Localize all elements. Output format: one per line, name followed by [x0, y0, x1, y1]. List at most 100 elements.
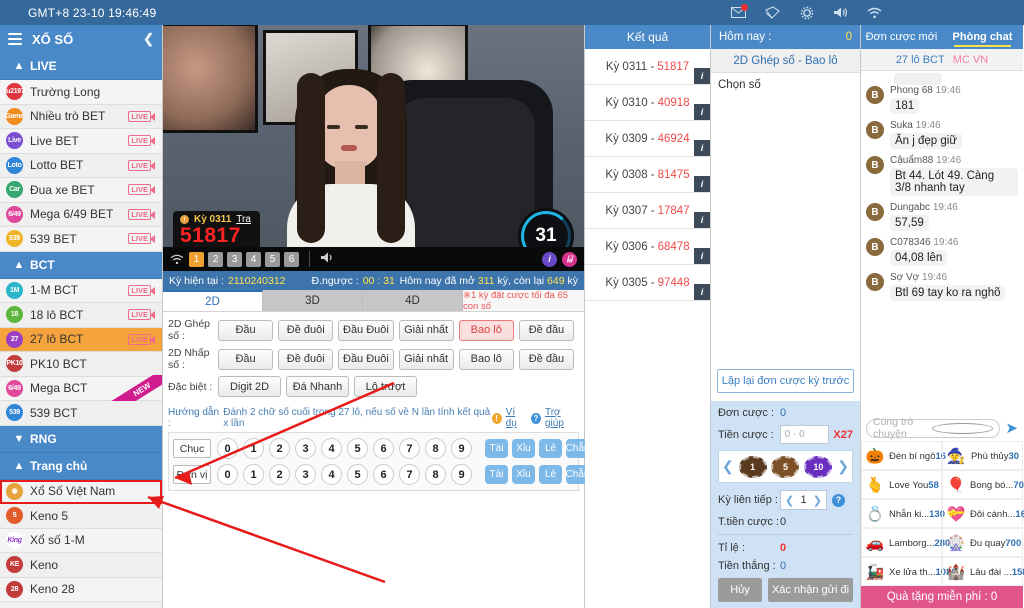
info-icon[interactable]: i: [694, 140, 710, 156]
sidebar-item-keno-28[interactable]: 28 Keno 28: [0, 577, 162, 602]
bet-type--u[interactable]: Đề đầu: [518, 319, 575, 341]
volume-icon[interactable]: [832, 4, 849, 21]
sidebar-item-tr-ng-long[interactable]: \u2197 Trường Long: [0, 80, 162, 105]
chip-selector[interactable]: ❮ 1 5 10 ❯: [718, 450, 853, 483]
bet-type-digit-2d[interactable]: Digit 2D: [218, 376, 281, 397]
stepper-next-icon[interactable]: ❯: [813, 494, 822, 507]
bet-amount-input[interactable]: 0 - 0: [779, 425, 830, 444]
smiley-icon[interactable]: [932, 422, 994, 434]
wifi-icon[interactable]: [866, 4, 883, 21]
question-icon[interactable]: ?: [832, 493, 845, 507]
quick-x-u[interactable]: Xỉu: [512, 439, 535, 458]
sidebar-item-nhi-u-tr-bet[interactable]: Game Nhiều trò BET LIVE: [0, 104, 162, 129]
sidebar-item-x-s-vi-t-nam[interactable]: ◉ Xổ Số Việt Nam: [0, 479, 162, 504]
gift--u-quay[interactable]: 🎡 Đu quay700: [942, 528, 1023, 557]
chip-5[interactable]: 5: [771, 455, 800, 478]
chat-input[interactable]: Cùng trò chuyện: [866, 416, 1001, 440]
stats-icon[interactable]: ⌸: [562, 251, 577, 267]
bet-type--u[interactable]: Đầu: [218, 348, 274, 370]
number-ball-5[interactable]: 5: [347, 464, 368, 485]
info-icon[interactable]: i: [694, 284, 710, 300]
confirm-button[interactable]: Xác nhận gửi đi: [768, 578, 853, 602]
quality-button-6[interactable]: 6: [284, 251, 299, 267]
quick-t-i[interactable]: Tài: [485, 465, 508, 484]
live-video-player[interactable]: i Kỳ 0311 Tra 51817 31 123456 i ⌸: [163, 25, 584, 271]
sidebar-item-1-m-bct[interactable]: 1M 1-M BCT LIVE: [0, 278, 162, 303]
number-ball-6[interactable]: 6: [373, 438, 394, 459]
number-ball-0[interactable]: 0: [217, 438, 238, 459]
bet-type--u-i[interactable]: Đề đuôi: [278, 348, 334, 370]
chevron-left-icon[interactable]: ❮: [143, 31, 154, 47]
gift-bong-b-[interactable]: 🎈 Bong bó...70: [942, 470, 1024, 499]
number-ball-4[interactable]: 4: [321, 464, 342, 485]
number-ball-4[interactable]: 4: [321, 438, 342, 459]
number-ball-3[interactable]: 3: [295, 464, 316, 485]
bet-type-bao-l-[interactable]: Bao lô: [458, 319, 514, 341]
bet-type-gi-i-nh-t[interactable]: Giải nhất: [398, 319, 454, 341]
bet-type--u-i[interactable]: Đề đuôi: [278, 319, 334, 341]
streak-stepper[interactable]: ❮ 1 ❯: [780, 490, 827, 510]
quality-selector[interactable]: 123456: [189, 251, 299, 267]
gear-icon[interactable]: [798, 4, 815, 21]
number-ball-3[interactable]: 3: [295, 438, 316, 459]
chip-prev-icon[interactable]: ❮: [722, 458, 734, 475]
info-icon[interactable]: i: [694, 68, 710, 84]
volume-icon[interactable]: [320, 251, 335, 267]
chip-10[interactable]: 10: [804, 455, 833, 478]
result-row[interactable]: Kỳ 0309 -46924 i: [585, 121, 710, 157]
chat-mc-name[interactable]: MC VN: [953, 54, 988, 66]
bet-type-l-tr-t[interactable]: Lô trượt: [354, 376, 417, 397]
info-icon[interactable]: i: [694, 212, 710, 228]
tab-4d[interactable]: 4D: [363, 290, 463, 311]
repeat-last-bet-button[interactable]: Lặp lại đơn cược kỳ trước: [717, 369, 854, 393]
gift-ph-th-y[interactable]: 🧙 Phù thủy30: [942, 441, 1023, 470]
quality-button-3[interactable]: 3: [227, 251, 242, 267]
tab-chat-room[interactable]: Phòng chat: [942, 25, 1023, 49]
result-row[interactable]: Kỳ 0311 -51817 i: [585, 49, 710, 85]
number-ball-0[interactable]: 0: [217, 464, 238, 485]
chip-1[interactable]: 1: [738, 455, 767, 478]
bet-type-bao-l-[interactable]: Bao lô: [458, 348, 514, 370]
gift-love-you[interactable]: 🫰 Love You58: [861, 470, 942, 499]
chat-room-name[interactable]: 27 lô BCT: [896, 54, 945, 66]
quick-x-u[interactable]: Xỉu: [512, 465, 535, 484]
sidebar-item-keno-5[interactable]: 5 Keno 5: [0, 504, 162, 529]
bet-type--u-u-i[interactable]: Đầu Đuôi: [338, 348, 394, 370]
send-icon[interactable]: ➤: [1005, 421, 1018, 436]
info-icon[interactable]: i: [694, 176, 710, 192]
tab-new-bets[interactable]: Đơn cược mới: [861, 25, 942, 49]
quality-button-2[interactable]: 2: [208, 251, 223, 267]
number-ball-9[interactable]: 9: [451, 464, 472, 485]
number-ball-8[interactable]: 8: [425, 438, 446, 459]
number-ball-1[interactable]: 1: [243, 438, 264, 459]
info-icon[interactable]: i: [542, 251, 557, 267]
sidebar-group-trang-chủ[interactable]: ▲ Trang chủ: [0, 452, 162, 480]
result-row[interactable]: Kỳ 0308 -81475 i: [585, 157, 710, 193]
gift--i-c-nh-[interactable]: 💝 Đôi cánh...168: [942, 499, 1024, 528]
chat-messages[interactable]: B Phong 68 19:46 181 B Suka 19:46 Ăn j đẹp gi…: [861, 71, 1023, 415]
example-link[interactable]: Ví dụ: [506, 407, 527, 429]
number-ball-6[interactable]: 6: [373, 464, 394, 485]
gift--n-b-ng-[interactable]: 🎃 Đèn bí ngô16: [861, 441, 946, 470]
number-ball-8[interactable]: 8: [425, 464, 446, 485]
number-ball-5[interactable]: 5: [347, 438, 368, 459]
result-row[interactable]: Kỳ 0310 -40918 i: [585, 85, 710, 121]
result-row[interactable]: Kỳ 0305 -97448 i: [585, 265, 710, 301]
quality-button-5[interactable]: 5: [265, 251, 280, 267]
info-icon[interactable]: i: [694, 248, 710, 264]
bet-type-gi-i-nh-t[interactable]: Giải nhất: [398, 348, 454, 370]
cancel-button[interactable]: Hủy: [718, 578, 762, 602]
gift-l-u-i-[interactable]: 🏰 Lâu đài ...1580: [942, 557, 1024, 586]
gift-xe-l-a-th-[interactable]: 🚂 Xe lửa th...1088: [861, 557, 957, 586]
result-row[interactable]: Kỳ 0306 -68478 i: [585, 229, 710, 265]
sidebar-item-mega-bct[interactable]: 6/49 Mega BCT NEW: [0, 374, 162, 405]
sidebar-item-x-s-1-m[interactable]: King Xổ số 1-M: [0, 528, 162, 553]
result-row[interactable]: Kỳ 0307 -17847 i: [585, 193, 710, 229]
stepper-prev-icon[interactable]: ❮: [785, 494, 794, 507]
number-ball-7[interactable]: 7: [399, 464, 420, 485]
sidebar-group-rng[interactable]: ▼ RNG: [0, 425, 162, 453]
help-link[interactable]: Trợ giúp: [545, 407, 579, 429]
quick-t-i[interactable]: Tài: [485, 439, 508, 458]
sidebar-item--ua-xe-bet[interactable]: Car Đua xe BET LIVE: [0, 178, 162, 203]
gift-lamborg-[interactable]: 🚗 Lamborg...280: [861, 528, 950, 557]
